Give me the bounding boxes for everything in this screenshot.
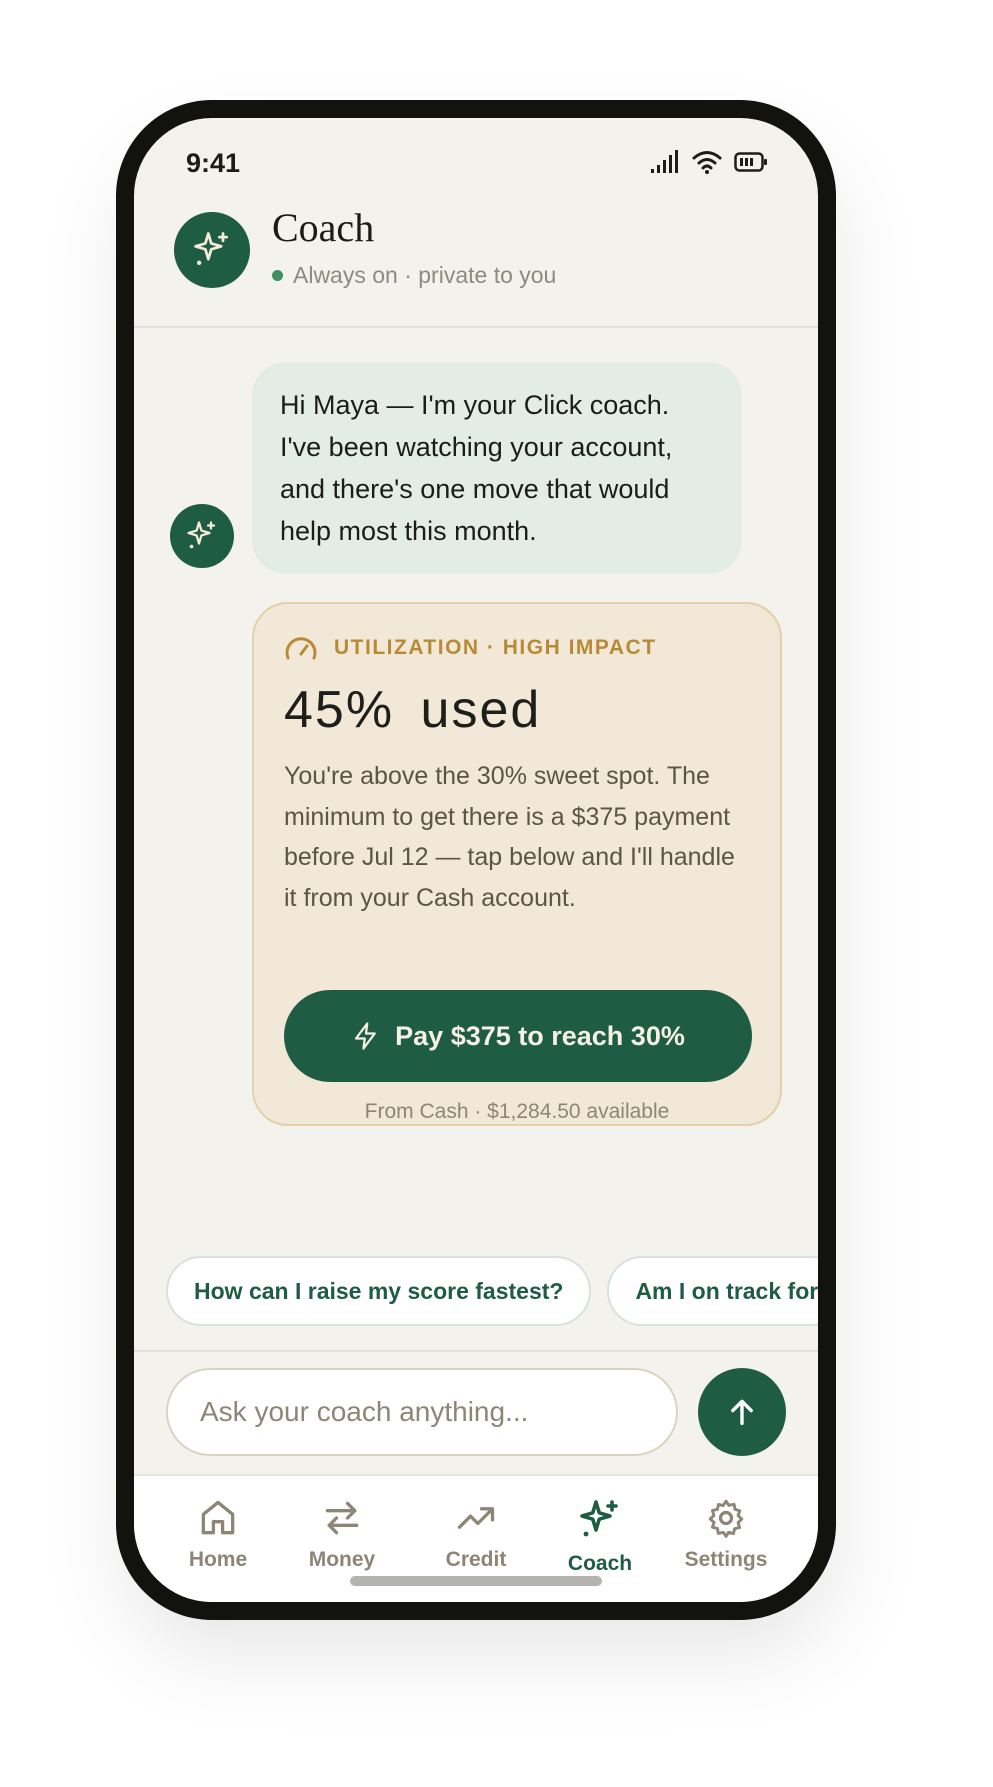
ask-coach-input[interactable] — [166, 1368, 678, 1456]
tab-home[interactable]: Home — [154, 1496, 282, 1572]
sparkle-icon — [580, 1500, 618, 1537]
send-button[interactable] — [698, 1368, 786, 1456]
coach-message-bubble: Hi Maya — I'm your Click coach. I've bee… — [252, 362, 742, 574]
card-tag-label: UTILIZATION · HIGH IMPACT — [334, 636, 657, 659]
trending-up-icon — [457, 1507, 495, 1529]
gauge-icon — [285, 637, 317, 660]
suggestion-chip[interactable]: How can I raise my score fastest? — [166, 1256, 592, 1326]
signal-icon — [651, 150, 678, 173]
tab-coach[interactable]: Coach — [536, 1496, 664, 1576]
header-subtitle-text: Always on · private to you — [293, 262, 557, 288]
pay-button-label: Pay $375 to reach 30% — [395, 1020, 685, 1051]
screen: 9:41 Coach Always on · private to you Hi… — [134, 118, 818, 1602]
wifi-icon — [692, 151, 722, 174]
pay-to-reach-target-button[interactable]: Pay $375 to reach 30% — [284, 990, 752, 1082]
status-time: 9:41 — [186, 148, 241, 178]
composer-divider — [134, 1350, 818, 1352]
suggestion-chip[interactable]: Am I on track for — [607, 1256, 818, 1326]
sparkle-icon — [194, 232, 229, 266]
arrow-up-icon — [731, 1399, 753, 1426]
header-subtitle: Always on · private to you — [272, 262, 556, 289]
card-tag: UTILIZATION · HIGH IMPACT — [284, 634, 750, 662]
tab-label: Settings — [684, 1548, 768, 1571]
header-divider — [134, 326, 818, 328]
tab-label: Coach — [567, 1552, 633, 1575]
page-title: Coach — [272, 205, 375, 250]
utilization-insight-card: UTILIZATION · HIGH IMPACT 45% used You'r… — [252, 602, 782, 1126]
status-icons — [650, 150, 768, 174]
card-footnote: From Cash · $1,284.50 available — [364, 1100, 670, 1123]
lightning-icon — [355, 1022, 377, 1050]
card-body-text: You're above the 30% sweet spot. The min… — [284, 762, 735, 912]
gear-icon — [708, 1499, 744, 1538]
home-icon — [201, 1500, 235, 1535]
sparkle-icon — [187, 521, 216, 549]
tab-label: Credit — [445, 1548, 507, 1571]
suggestion-chips: How can I raise my score fastest? Am I o… — [166, 1256, 818, 1326]
tab-settings[interactable]: Settings — [662, 1496, 790, 1572]
transfer-arrows-icon — [325, 1501, 359, 1535]
tab-label: Money — [308, 1548, 376, 1571]
utilization-value: 45% used — [284, 681, 542, 739]
tab-money[interactable]: Money — [278, 1496, 406, 1572]
message-avatar — [170, 504, 234, 568]
coach-avatar — [174, 212, 250, 288]
tab-credit[interactable]: Credit — [412, 1496, 540, 1572]
battery-icon — [734, 152, 767, 172]
online-status-dot — [272, 270, 283, 281]
tab-label: Home — [188, 1548, 248, 1571]
chat-header: Coach Always on · private to you — [134, 205, 818, 308]
home-indicator — [350, 1576, 602, 1586]
phone-frame: 9:41 Coach Always on · private to you Hi… — [116, 100, 836, 1620]
